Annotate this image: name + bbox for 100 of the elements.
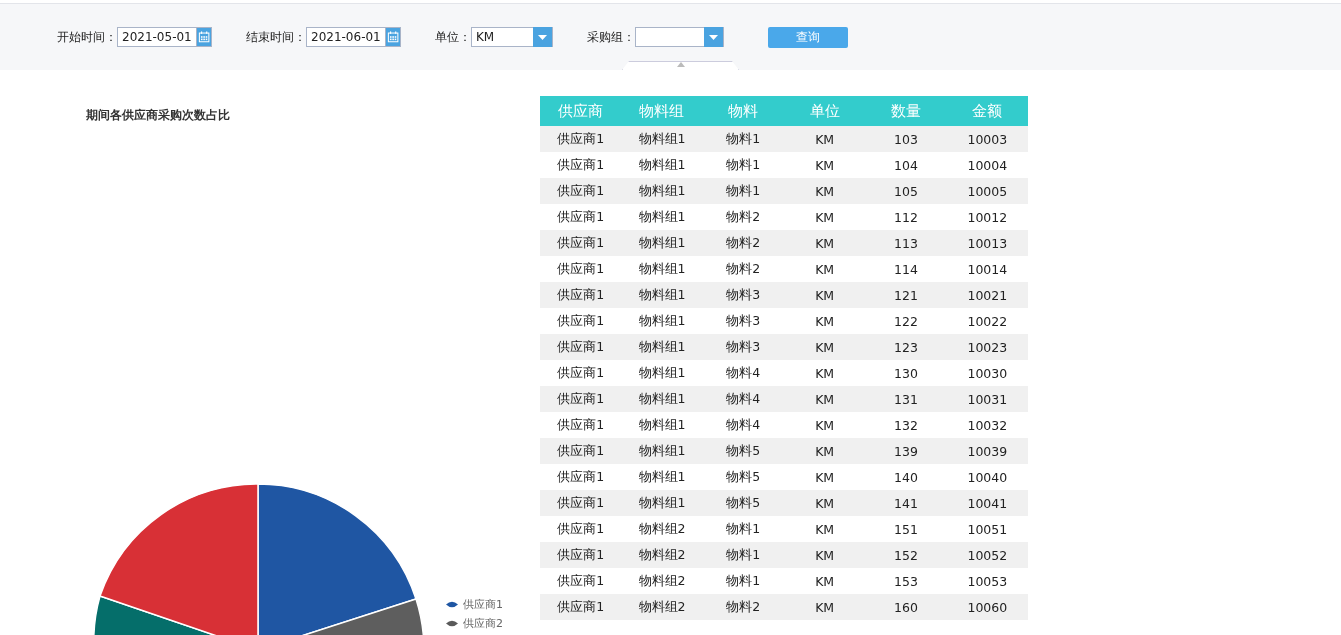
table-cell: 物料组1 [621,412,703,438]
table-cell: KM [784,542,866,568]
table-cell: 物料1 [702,568,784,594]
table-cell: 物料2 [702,256,784,282]
table-cell: 物料5 [702,464,784,490]
table-cell: 供应商1 [540,256,622,282]
table-cell: 160 [865,594,947,620]
table-cell: 122 [865,308,947,334]
table-cell: KM [784,230,866,256]
table-cell: 物料组2 [621,594,703,620]
table-cell: 供应商1 [540,386,622,412]
table-cell: 物料组1 [621,178,703,204]
table-cell: 物料1 [702,126,784,152]
filter-label: 采购组： [587,28,635,46]
chart-title: 期间各供应商采购次数占比 [86,107,230,124]
table-cell: KM [784,594,866,620]
filter-label: 开始时间： [57,28,117,46]
table-cell: 10053 [946,568,1028,594]
table-cell: 10041 [946,490,1028,516]
table-cell: 112 [865,204,947,230]
dropdown-caret-icon[interactable] [704,27,723,47]
table-cell: 物料4 [702,360,784,386]
table-cell: 物料组1 [621,256,703,282]
table-cell: 130 [865,360,947,386]
table-cell: 121 [865,282,947,308]
legend-label[interactable]: 供应商2 [463,616,503,631]
date-field[interactable]: 2021-06-01 [306,27,401,47]
table-cell: KM [784,490,866,516]
table-cell: 141 [865,490,947,516]
table-cell: 140 [865,464,947,490]
table-cell: 10051 [946,516,1028,542]
table-cell: 10013 [946,230,1028,256]
table-cell: KM [784,464,866,490]
table-cell: KM [784,178,866,204]
table-cell: 物料1 [702,542,784,568]
table-cell: 132 [865,412,947,438]
dropdown-caret-icon[interactable] [533,27,552,47]
table-cell: 物料1 [702,178,784,204]
triangle-icon [676,62,685,67]
date-field[interactable]: 2021-05-01 [117,27,212,47]
table-cell: KM [784,516,866,542]
table-cell: 物料组1 [621,438,703,464]
table-cell: KM [784,282,866,308]
table-cell: 151 [865,516,947,542]
table-cell: 113 [865,230,947,256]
table-cell: 物料组1 [621,126,703,152]
table-cell: 物料2 [702,594,784,620]
table-cell: 物料组1 [621,464,703,490]
column-header: 物料组 [621,96,703,126]
legend-label[interactable]: 供应商1 [463,597,503,612]
dropdown-field[interactable] [635,27,724,47]
column-header: 数量 [865,96,947,126]
calendar-icon[interactable] [195,28,211,46]
table-cell: 114 [865,256,947,282]
table-cell: 103 [865,126,947,152]
table-cell: 123 [865,334,947,360]
table-cell: KM [784,334,866,360]
table-cell: 物料组1 [621,490,703,516]
table-cell: 供应商1 [540,464,622,490]
column-header: 金额 [946,96,1028,126]
table-cell: 10030 [946,360,1028,386]
table-cell: 10052 [946,542,1028,568]
table-cell: 物料组1 [621,308,703,334]
table-cell: 物料组1 [621,204,703,230]
table-cell: 物料组1 [621,152,703,178]
column-header: 单位 [784,96,866,126]
table-cell: KM [784,126,866,152]
table-cell: 供应商1 [540,204,622,230]
table-cell: KM [784,438,866,464]
table-cell: 物料1 [702,516,784,542]
table-cell: 10039 [946,438,1028,464]
table-cell: 10040 [946,464,1028,490]
table-cell: 10023 [946,334,1028,360]
calendar-icon[interactable] [384,28,400,46]
table-cell: 供应商1 [540,282,622,308]
table-cell: 物料3 [702,282,784,308]
table-cell: 10032 [946,412,1028,438]
table-cell: 物料组1 [621,282,703,308]
table-cell: 供应商1 [540,490,622,516]
filter-label: 结束时间： [246,28,306,46]
table-cell: 10004 [946,152,1028,178]
table-cell: 物料4 [702,412,784,438]
table-cell: 10012 [946,204,1028,230]
table-cell: KM [784,386,866,412]
dropdown-field[interactable]: KM [471,27,553,47]
table-cell: 物料2 [702,230,784,256]
table-cell: 供应商1 [540,542,622,568]
table-cell: 物料2 [702,204,784,230]
table-cell: 供应商1 [540,360,622,386]
column-header: 供应商 [540,96,622,126]
table-cell: 物料组2 [621,542,703,568]
table-cell: 10060 [946,594,1028,620]
table-cell: 供应商1 [540,308,622,334]
collapse-handle[interactable] [622,61,739,70]
table-cell: 物料组1 [621,334,703,360]
table-cell: 131 [865,386,947,412]
table-cell: 104 [865,152,947,178]
table-cell: KM [784,256,866,282]
filter-label: 单位： [435,28,471,46]
table-cell: 供应商1 [540,438,622,464]
